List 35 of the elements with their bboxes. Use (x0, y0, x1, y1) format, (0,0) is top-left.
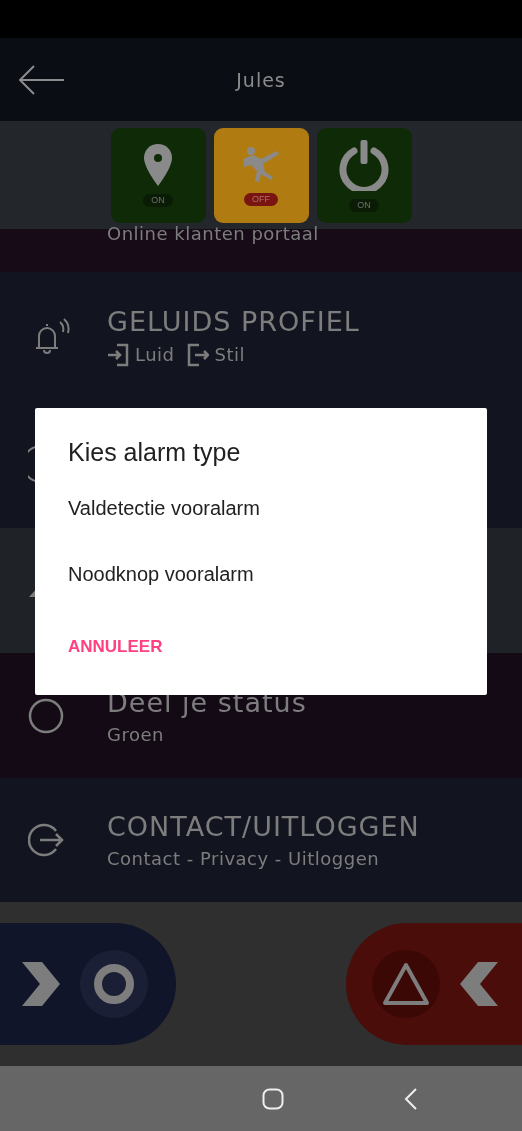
menu-title: CONTACT/UITLOGGEN (107, 811, 420, 842)
back-chevron-icon (404, 1086, 418, 1111)
chevron-left-icon (460, 962, 498, 1006)
menu-row[interactable]: CONTACT/UITLOGGEN Contact - Privacy - Uitloggen (0, 778, 522, 902)
status-tile[interactable]: ON (110, 128, 206, 223)
header-title: Jules (236, 68, 286, 91)
slide-panel[interactable] (0, 923, 176, 1045)
status-badge: ON (143, 193, 173, 208)
power-icon (338, 138, 390, 191)
login-icon (107, 342, 129, 367)
menu-subtitle: Groen (107, 723, 165, 745)
dialog-title: Kies alarm type (68, 438, 242, 467)
menu-row[interactable]: GELUIDS PROFIEL Luid Stil (0, 272, 522, 400)
ring-icon (94, 964, 134, 1004)
back-arrow-icon (18, 63, 64, 96)
home-button[interactable] (262, 1087, 284, 1110)
logout-icon (186, 342, 209, 367)
menu-subtitle: Contact - Privacy - Uitloggen (107, 848, 381, 869)
dialog-option[interactable]: Valdetectie vooralarm (68, 497, 260, 520)
status-tile[interactable]: ON (316, 128, 412, 223)
circle-icon (28, 697, 64, 734)
home-icon (262, 1087, 284, 1110)
status-badge: ON (349, 198, 379, 213)
dialog-option[interactable]: Noodknop vooralarm (68, 563, 254, 586)
status-tile[interactable]: OFF (213, 128, 309, 223)
back-button[interactable] (18, 63, 64, 96)
option-label[interactable]: Stil (214, 344, 246, 365)
chevron-right-icon (22, 962, 60, 1006)
warning-triangle-icon (382, 962, 430, 1006)
menu-title: GELUIDS PROFIEL (107, 305, 360, 337)
alarm-slide-panel[interactable] (346, 923, 522, 1045)
status-badge: OFF (244, 192, 278, 207)
logout-icon (28, 823, 64, 857)
option-label[interactable]: Luid (135, 344, 175, 365)
location-pin-icon (143, 143, 173, 186)
